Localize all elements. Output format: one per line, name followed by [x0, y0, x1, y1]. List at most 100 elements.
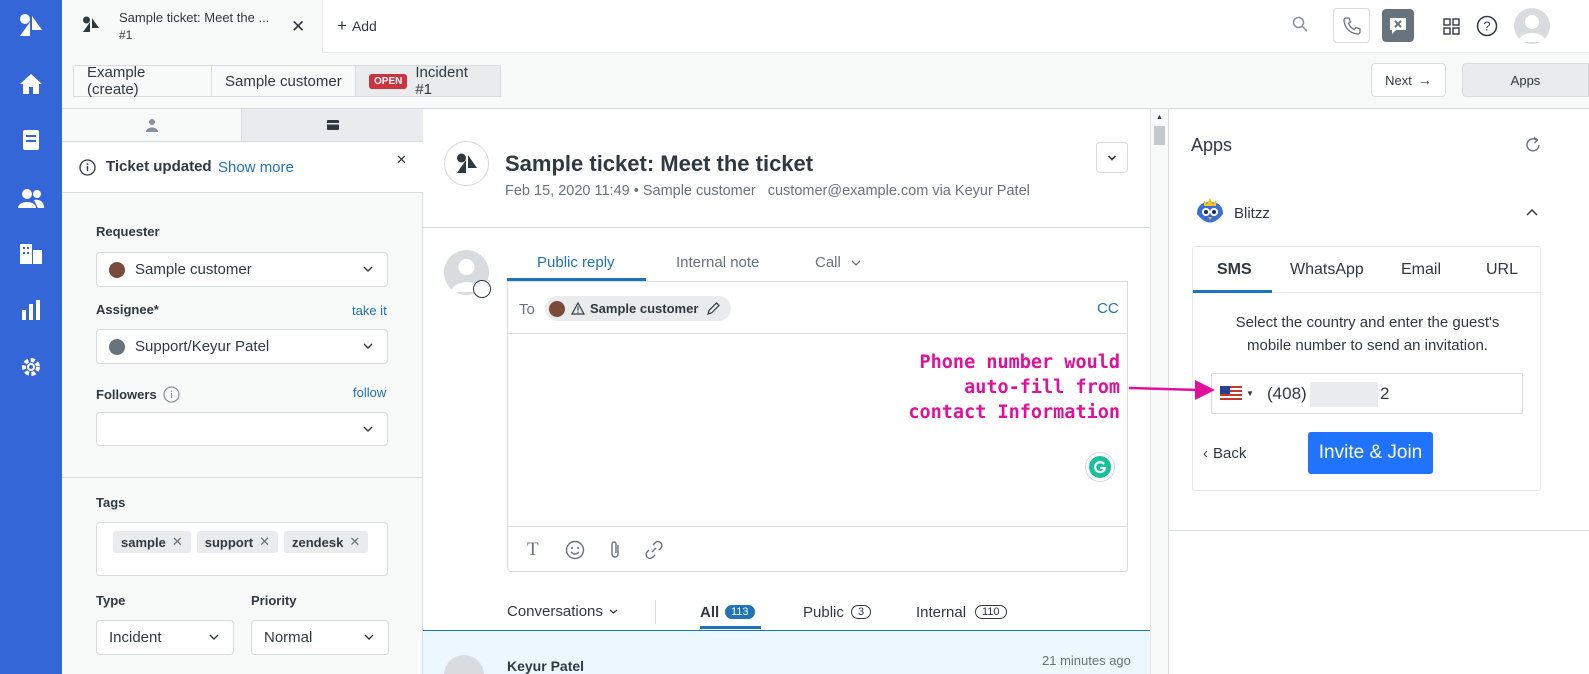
priority-label: Priority — [251, 593, 297, 608]
phone-input[interactable]: ▼ (408) 2 — [1211, 373, 1523, 414]
requester-select[interactable]: Sample customer — [96, 252, 388, 287]
invite-and-join-button[interactable]: Invite & Join — [1308, 432, 1433, 474]
tab-ticket-properties[interactable] — [241, 109, 423, 142]
cc-link[interactable]: CC — [1097, 300, 1119, 317]
apps-grid-icon[interactable] — [1443, 18, 1460, 38]
ticket-tab[interactable]: Sample ticket: Meet the ... #1 ✕ — [62, 0, 323, 53]
tab-whatsapp[interactable]: WhatsApp — [1290, 261, 1364, 279]
home-icon[interactable] — [17, 70, 45, 98]
assignee-select[interactable]: Support/Keyur Patel — [96, 329, 388, 364]
user-icon — [145, 119, 158, 132]
plus-icon: + — [337, 16, 347, 35]
take-it-link[interactable]: take it — [352, 303, 387, 318]
filter-public[interactable]: Public — [803, 604, 844, 621]
apps-toggle-button[interactable]: Apps — [1462, 63, 1589, 97]
info-icon — [79, 159, 96, 179]
priority-select[interactable]: Normal — [251, 620, 389, 655]
chat-button[interactable] — [1382, 9, 1414, 42]
views-icon[interactable] — [17, 126, 45, 154]
followers-info-icon[interactable] — [163, 386, 180, 406]
priority-value: Normal — [264, 629, 313, 646]
tag-label: sample — [121, 534, 166, 550]
filter-all[interactable]: All — [700, 604, 719, 621]
chat-icon — [1390, 17, 1406, 34]
breadcrumb-organization[interactable]: Example (create) — [73, 64, 212, 98]
blitzz-logo-icon — [1194, 196, 1226, 228]
redacted-digits — [1310, 382, 1378, 407]
followers-select[interactable] — [96, 412, 388, 446]
close-notice-icon[interactable]: ✕ — [396, 152, 407, 168]
requester-value: Sample customer — [135, 261, 252, 278]
link-icon[interactable] — [644, 540, 664, 560]
recipient-chip[interactable]: Sample customer — [545, 296, 732, 321]
next-button[interactable]: Next → — [1371, 63, 1446, 97]
filter-internal[interactable]: Internal — [916, 604, 966, 621]
remove-tag-icon[interactable]: ✕ — [349, 534, 360, 550]
refresh-icon[interactable] — [1524, 136, 1542, 154]
status-badge: OPEN — [369, 73, 408, 89]
breadcrumb-ticket[interactable]: OPEN Incident #1 — [355, 64, 501, 98]
text-format-icon[interactable]: T — [527, 539, 539, 561]
reporting-icon[interactable] — [17, 296, 45, 324]
breadcrumb-requester[interactable]: Sample customer — [211, 65, 356, 97]
tab-email[interactable]: Email — [1401, 261, 1441, 279]
tab-call[interactable]: Call — [815, 254, 841, 271]
ticket-tab-title: Sample ticket: Meet the ... — [119, 10, 270, 25]
tab-public-reply[interactable]: Public reply — [537, 254, 615, 271]
tab-user-info[interactable] — [62, 109, 241, 142]
chevron-down-icon — [364, 634, 374, 640]
remove-tag-icon[interactable]: ✕ — [259, 534, 270, 550]
ticket-tab-number: #1 — [119, 28, 133, 42]
type-label: Type — [96, 593, 126, 608]
instruction-text: Select the country and enter the guest's… — [1235, 314, 1500, 354]
conversations-filter[interactable]: Conversations — [507, 603, 603, 620]
zendesk-logo-icon[interactable] — [17, 12, 45, 40]
follow-link[interactable]: follow — [353, 385, 386, 400]
edit-pencil-icon[interactable] — [706, 301, 721, 316]
divider — [62, 477, 423, 478]
help-icon[interactable]: ? — [1476, 15, 1498, 40]
back-button[interactable]: ‹ Back — [1203, 445, 1246, 462]
settings-gear-icon[interactable] — [17, 353, 45, 381]
assignee-avatar — [109, 338, 125, 355]
chevron-up-icon[interactable] — [1526, 208, 1538, 216]
user-avatar[interactable] — [1514, 8, 1550, 44]
scrollbar-thumb[interactable] — [1154, 126, 1165, 145]
add-tab-button[interactable]: + Add — [337, 16, 377, 36]
public-count-badge: 3 — [851, 605, 872, 619]
search-icon[interactable] — [1292, 16, 1308, 35]
show-more-link[interactable]: Show more — [218, 159, 294, 176]
grammarly-button[interactable] — [1085, 452, 1115, 482]
phone-prefix: (408) — [1267, 384, 1307, 403]
organizations-icon[interactable] — [17, 239, 45, 267]
country-selector[interactable]: ▼ — [1220, 386, 1254, 400]
divider — [508, 526, 1127, 527]
conversation-item[interactable]: Keyur Patel 21 minutes ago — [423, 630, 1150, 674]
attachment-icon[interactable] — [607, 540, 623, 560]
divider — [1169, 530, 1589, 531]
ticket-subject[interactable]: Sample ticket: Meet the ticket — [505, 151, 813, 177]
warning-icon — [571, 302, 585, 315]
tab-internal-note[interactable]: Internal note — [676, 254, 759, 271]
tag-chip[interactable]: support ✕ — [196, 531, 279, 553]
type-select[interactable]: Incident — [96, 620, 234, 655]
author-avatar — [444, 655, 484, 674]
breadcrumb-label: Sample customer — [225, 72, 342, 90]
remove-tag-icon[interactable]: ✕ — [172, 534, 183, 550]
customers-icon[interactable] — [17, 184, 45, 212]
ticket-conversation-area: Sample ticket: Meet the ticket Feb 15, 2… — [423, 109, 1150, 674]
phone-button[interactable] — [1333, 8, 1370, 43]
ticket-options-button[interactable] — [1096, 142, 1128, 173]
chevron-down-icon — [363, 266, 373, 272]
phone-suffix: 2 — [1380, 384, 1390, 403]
close-tab-icon[interactable]: ✕ — [291, 17, 305, 37]
tab-url[interactable]: URL — [1486, 261, 1518, 279]
scroll-up-arrow-icon[interactable]: ▲ — [1156, 114, 1163, 121]
emoji-icon[interactable] — [565, 540, 585, 560]
tab-sms[interactable]: SMS — [1217, 261, 1252, 279]
tag-chip[interactable]: sample ✕ — [113, 531, 191, 553]
next-label: Next — [1385, 72, 1412, 88]
tags-input[interactable]: sample ✕ support ✕ zendesk ✕ — [96, 522, 388, 576]
tag-chip[interactable]: zendesk ✕ — [284, 531, 369, 553]
requester-label: Requester — [96, 224, 160, 239]
